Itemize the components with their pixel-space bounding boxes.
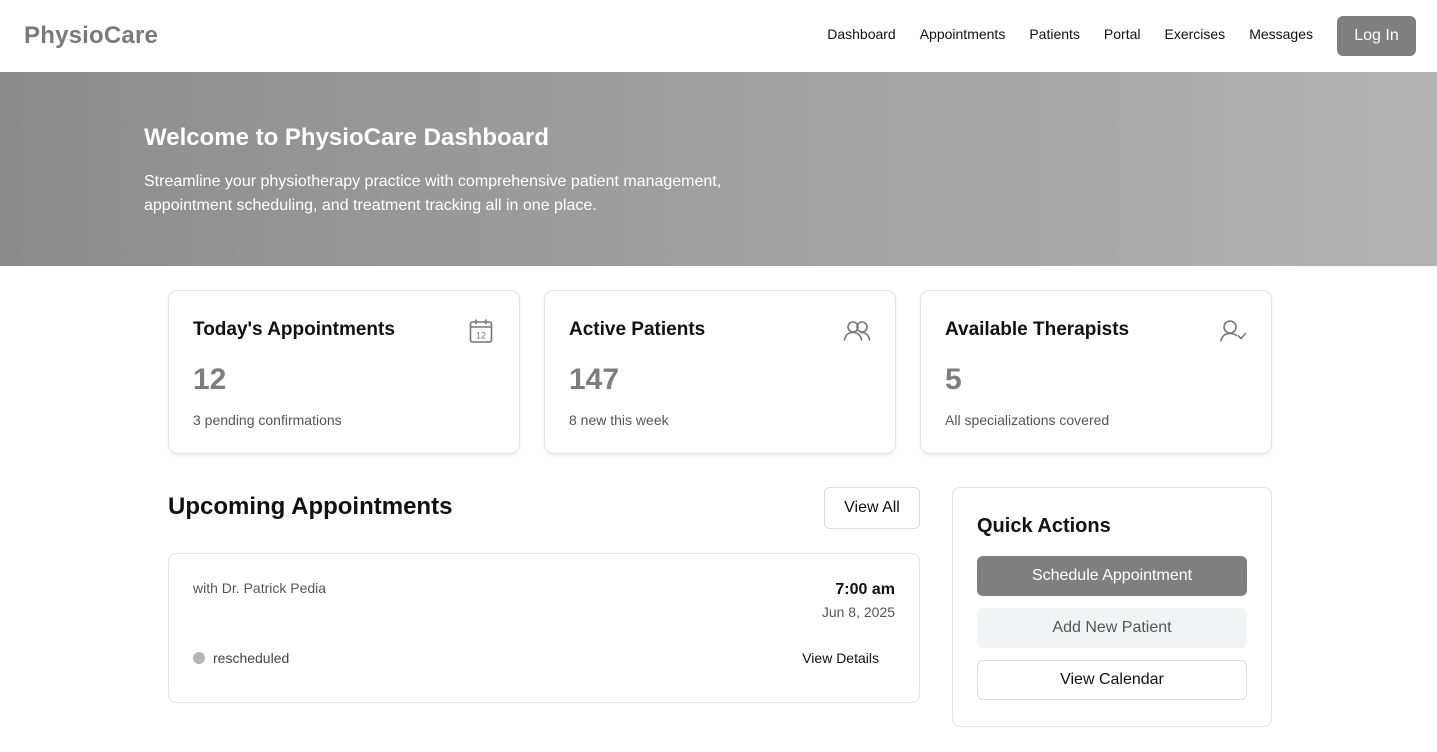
hero-banner: Welcome to PhysioCare Dashboard Streamli… (0, 72, 1437, 266)
appointment-status-label: rescheduled (213, 650, 290, 666)
appointment-status: rescheduled (193, 650, 289, 666)
nav-dashboard[interactable]: Dashboard (827, 26, 896, 42)
stat-card-available-therapists: Available Therapists 5 All specializatio… (920, 290, 1272, 454)
user-check-icon (1220, 320, 1247, 342)
stat-card-active-patients: Active Patients 147 8 new this week (544, 290, 896, 454)
view-calendar-button[interactable]: View Calendar (977, 660, 1247, 700)
users-icon (843, 321, 871, 341)
top-navbar: PhysioCare Dashboard Appointments Patien… (0, 0, 1437, 72)
stat-card-title: Today's Appointments (193, 319, 395, 340)
stat-card-title: Active Patients (569, 319, 706, 340)
add-new-patient-button[interactable]: Add New Patient (977, 608, 1247, 648)
stat-card-value: 147 (569, 363, 620, 396)
nav-patients[interactable]: Patients (1029, 26, 1080, 42)
view-all-button[interactable]: View All (824, 487, 920, 529)
login-button[interactable]: Log In (1337, 16, 1416, 56)
stat-card-note: 8 new this week (569, 412, 669, 428)
hero-title: Welcome to PhysioCare Dashboard (144, 124, 549, 151)
quick-actions-title: Quick Actions (977, 515, 1111, 537)
stat-card-note: 3 pending confirmations (193, 412, 342, 428)
schedule-appointment-button[interactable]: Schedule Appointment (977, 556, 1247, 596)
nav-exercises[interactable]: Exercises (1165, 26, 1226, 42)
hero-subtitle: Streamline your physiotherapy practice w… (144, 173, 722, 214)
calendar-icon: 12 (469, 319, 493, 343)
nav-portal[interactable]: Portal (1104, 26, 1141, 42)
appointment-time: 7:00 am (835, 581, 895, 598)
calendar-icon-date: 12 (476, 331, 486, 341)
brand-logo[interactable]: PhysioCare (24, 22, 158, 50)
stat-card-value: 12 (193, 363, 227, 396)
nav-appointments[interactable]: Appointments (920, 26, 1006, 42)
view-details-link[interactable]: View Details (802, 650, 879, 666)
quick-actions-panel: Quick Actions Schedule Appointment Add N… (952, 487, 1272, 727)
appointment-card: with Dr. Patrick Pedia 7:00 am Jun 8, 20… (168, 553, 920, 703)
status-dot-icon (193, 652, 205, 664)
main-nav: Dashboard Appointments Patients Portal E… (827, 26, 1313, 42)
stat-card-note: All specializations covered (945, 412, 1110, 428)
nav-messages[interactable]: Messages (1249, 26, 1313, 42)
stat-card-value: 5 (945, 363, 962, 396)
appointment-therapist: with Dr. Patrick Pedia (193, 580, 327, 596)
upcoming-appointments-title: Upcoming Appointments (168, 493, 453, 520)
stat-card-todays-appointments: Today's Appointments 12 12 3 pending con… (168, 290, 520, 454)
stat-card-title: Available Therapists (945, 319, 1130, 340)
appointment-date: Jun 8, 2025 (821, 604, 895, 620)
